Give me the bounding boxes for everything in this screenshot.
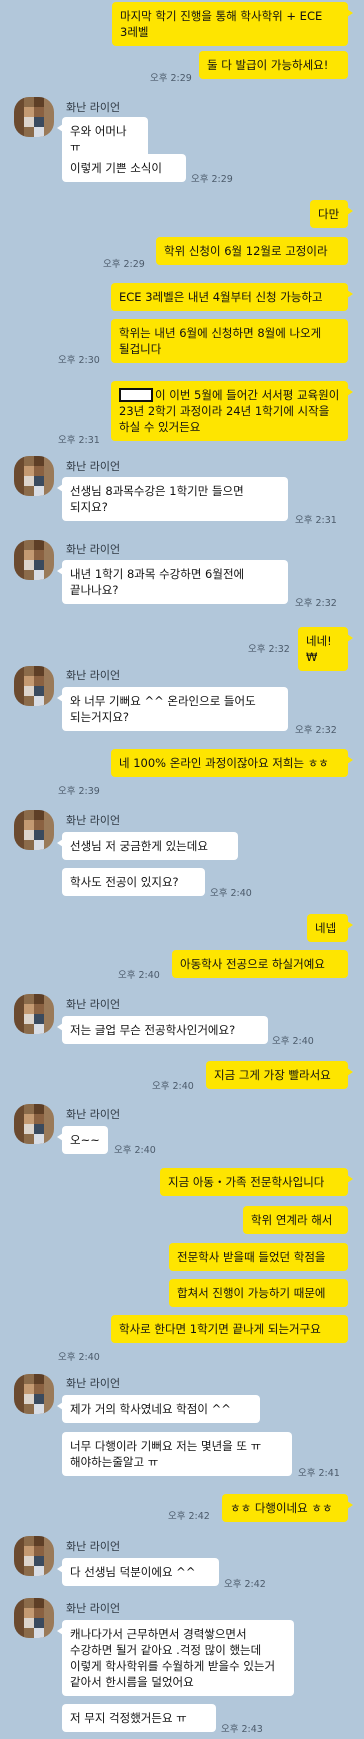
message-time: 오후 2:40 [152, 1081, 194, 1092]
my-message-bubble[interactable]: 지금 아동・가족 전문학사입니다 [160, 1168, 353, 1196]
my-message-bubble[interactable]: 마지막 학기 진행을 통해 학사학위 + ECE 3레벨 [112, 2, 353, 46]
other-message-bubble[interactable]: 캐나다가서 근무하면서 경력쌓으면서 수강하면 될거 같아요 .걱정 많이 했는… [57, 1620, 294, 1696]
message-time: 오후 2:40 [210, 888, 252, 899]
sender-avatar[interactable] [14, 97, 54, 137]
sender-name: 화난 라이언 [66, 460, 121, 473]
message-time: 오후 2:40 [272, 1036, 314, 1047]
other-message-bubble[interactable]: 내년 1학기 8과목 수강하면 6월전에 끝나나요? [57, 560, 288, 604]
sender-name: 화난 라이언 [66, 101, 121, 114]
sender-name: 화난 라이언 [66, 1540, 121, 1553]
other-message-bubble[interactable]: 저는 글업 무슨 전공학사인거에요? [57, 1016, 268, 1044]
my-message-bubble[interactable]: 합쳐서 진행이 가능하기 때문에 [169, 1279, 348, 1307]
sender-name: 화난 라이언 [66, 1377, 121, 1390]
redacted-name-box [119, 388, 153, 402]
message-time: 오후 2:32 [295, 598, 337, 609]
my-message-bubble[interactable]: 학위는 내년 6월에 신청하면 8월에 나오게 될겁니다 [111, 319, 348, 363]
other-message-bubble[interactable]: 오~~ [57, 1126, 108, 1154]
message-time: 오후 2:42 [224, 1579, 266, 1590]
other-message-bubble[interactable]: 너무 다행이라 기뻐요 저는 몇년을 또 ㅠ 해야하는줄알고 ㅠ [62, 1432, 292, 1476]
sender-avatar[interactable] [14, 540, 54, 580]
message-time: 오후 2:40 [114, 1145, 156, 1156]
my-message-bubble[interactable]: 학위 연계라 해서 [243, 1206, 348, 1234]
my-message-bubble[interactable]: 네네!₩ [298, 627, 353, 671]
sender-name: 화난 라이언 [66, 998, 121, 1011]
other-message-bubble[interactable]: 저 무지 걱정했거든요 ㅠ [62, 1704, 216, 1732]
my-message-bubble[interactable]: ㅎㅎ 다행이네요 ㅎㅎ [222, 1494, 353, 1522]
my-message-bubble[interactable]: 학위 신청이 6월 12월로 고정이라 [156, 237, 348, 265]
other-message-bubble[interactable]: 제가 거의 학사였네요 학점이 ^^ [57, 1395, 260, 1423]
my-message-bubble[interactable]: 네 100% 온라인 과정이잖아요 저희는 ㅎㅎ [111, 749, 353, 777]
my-message-bubble[interactable]: 학사로 한다면 1학기면 끝나게 되는거구요 [111, 1315, 348, 1343]
sender-name: 화난 라이언 [66, 1602, 121, 1615]
sender-avatar[interactable] [14, 666, 54, 706]
message-time: 오후 2:40 [118, 970, 160, 981]
sender-avatar[interactable] [14, 1104, 54, 1144]
my-message-bubble[interactable]: 아동학사 전공으로 하실거예요 [172, 950, 348, 978]
sender-avatar[interactable] [14, 1374, 54, 1414]
other-message-bubble[interactable]: 이렇게 기쁜 소식이 [62, 154, 186, 182]
other-message-bubble[interactable]: 학사도 전공이 있지요? [62, 868, 205, 896]
sender-name: 화난 라이언 [66, 543, 121, 556]
message-time: 오후 2:40 [58, 1352, 100, 1363]
sender-avatar[interactable] [14, 456, 54, 496]
message-time: 오후 2:31 [295, 515, 337, 526]
my-message-bubble[interactable]: 네넵 [307, 914, 353, 942]
sender-avatar[interactable] [14, 1598, 54, 1638]
my-message-bubble[interactable]: ECE 3레벨은 내년 4월부터 신청 가능하고 [111, 283, 353, 311]
my-message-bubble[interactable]: 이 이번 5월에 들어간 서서평 교육원이 23년 2학기 과정이라 24년 1… [111, 381, 353, 441]
other-message-bubble[interactable]: 선생님 저 궁금한게 있는데요 [57, 832, 238, 860]
message-time: 오후 2:32 [248, 644, 290, 655]
message-time: 오후 2:29 [191, 174, 233, 185]
message-time: 오후 2:29 [103, 259, 145, 270]
chat-area[interactable]: 마지막 학기 진행을 통해 학사학위 + ECE 3레벨 둘 다 발급이 가능하… [0, 0, 364, 1739]
message-time: 오후 2:29 [150, 73, 192, 84]
message-time: 오후 2:30 [58, 355, 100, 366]
sender-avatar[interactable] [14, 994, 54, 1034]
message-time: 오후 2:42 [168, 1511, 210, 1522]
my-message-bubble[interactable]: 다만 [310, 200, 353, 228]
other-message-bubble[interactable]: 다 선생님 덕분이에요 ^^ [57, 1558, 219, 1586]
my-message-bubble[interactable]: 지금 그게 가장 빨라서요 [206, 1061, 353, 1089]
other-message-bubble[interactable]: 와 너무 기뻐요 ^^ 온라인으로 들어도 되는거지요? [57, 687, 288, 731]
sender-name: 화난 라이언 [66, 814, 121, 827]
sender-name: 화난 라이언 [66, 669, 121, 682]
my-message-bubble[interactable]: 전문학사 받을때 들었던 학점을 [169, 1243, 348, 1271]
sender-name: 화난 라이언 [66, 1108, 121, 1121]
message-time: 오후 2:32 [295, 725, 337, 736]
message-time: 오후 2:43 [221, 1724, 263, 1735]
message-time: 오후 2:31 [58, 435, 100, 446]
my-message-bubble[interactable]: 둘 다 발급이 가능하세요! [199, 51, 348, 79]
message-time: 오후 2:41 [298, 1468, 340, 1479]
sender-avatar[interactable] [14, 810, 54, 850]
message-time: 오후 2:39 [58, 786, 100, 797]
other-message-bubble[interactable]: 선생님 8과목수강은 1학기만 들으면 되지요? [57, 477, 288, 521]
sender-avatar[interactable] [14, 1536, 54, 1576]
